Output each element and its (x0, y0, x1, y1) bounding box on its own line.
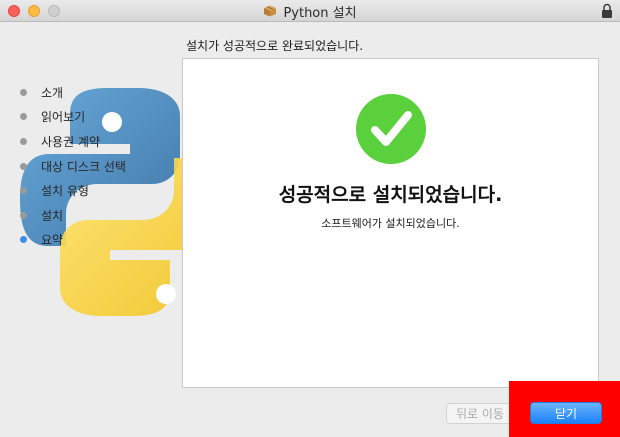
close-button[interactable]: 닫기 (530, 402, 602, 424)
step-dot-icon (20, 162, 27, 170)
step-list: 소개 읽어보기 사용권 계약 대상 디스크 선택 설치 유형 설치 요약 (16, 80, 176, 252)
window-title: Python 설치 (0, 0, 620, 22)
checkmark-circle-icon (356, 94, 426, 164)
title-bar: Python 설치 (0, 0, 620, 22)
step-item: 사용권 계약 (16, 129, 176, 154)
step-label: 설치 유형 (41, 184, 89, 199)
step-item: 설치 유형 (16, 178, 176, 203)
step-dot-icon (20, 137, 27, 145)
step-label: 사용권 계약 (41, 134, 101, 149)
step-label: 소개 (41, 85, 64, 100)
window-title-text: Python 설치 (283, 5, 357, 21)
step-item: 읽어보기 (16, 105, 176, 130)
step-item: 소개 (16, 80, 176, 105)
back-button[interactable]: 뒤로 이동 (446, 403, 514, 424)
step-dot-icon (20, 211, 27, 219)
step-item: 대상 디스크 선택 (16, 154, 176, 179)
step-label: 설치 (41, 208, 64, 223)
step-label: 대상 디스크 선택 (41, 159, 126, 174)
step-item-current: 요약 (16, 228, 176, 253)
step-dot-icon (20, 236, 27, 244)
step-dot-icon (20, 187, 27, 195)
step-label: 요약 (41, 233, 64, 248)
step-label: 읽어보기 (41, 110, 86, 125)
success-title: 성공적으로 설치되었습니다. (278, 184, 503, 206)
lock-icon (602, 3, 612, 18)
step-item: 설치 (16, 203, 176, 228)
content-panel: 성공적으로 설치되었습니다. 소프트웨어가 설치되었습니다. (182, 58, 599, 388)
step-dot-icon (20, 88, 27, 96)
step-dot-icon (20, 113, 27, 121)
page-heading: 설치가 성공적으로 완료되었습니다. (186, 39, 364, 53)
success-subtitle: 소프트웨어가 설치되었습니다. (321, 217, 460, 230)
package-icon (264, 5, 277, 17)
installer-window: Python 설치 설치가 성공적으로 완료되었습니다. 소개 읽어보기 사용권… (0, 0, 620, 437)
